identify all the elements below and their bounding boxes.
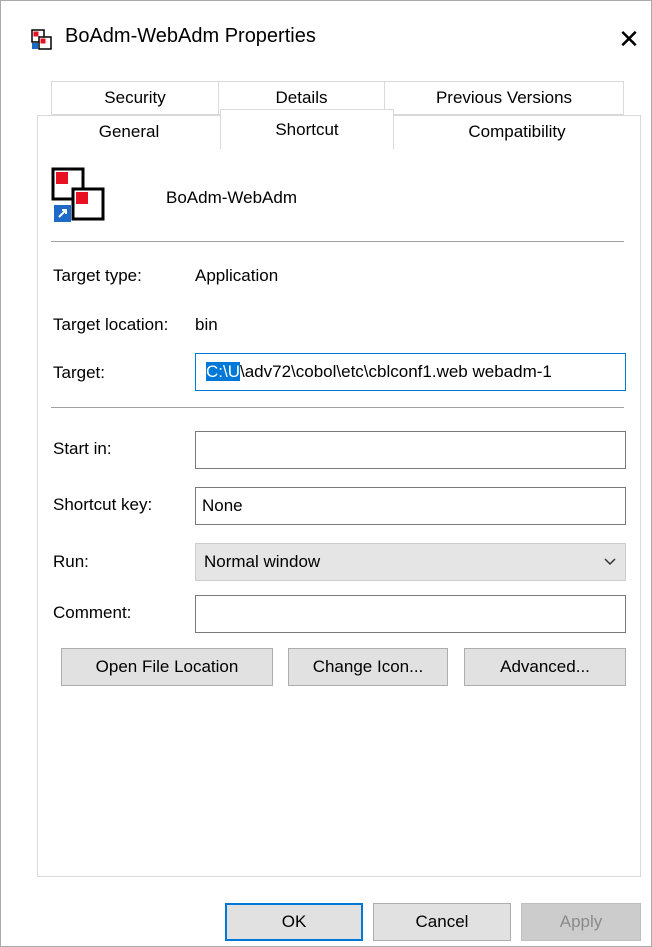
shortcut-key-label: Shortcut key:: [53, 495, 153, 514]
target-text: \adv72\cobol\etc\cblconf1.web webadm-1: [240, 362, 552, 381]
apply-button[interactable]: Apply: [521, 903, 641, 941]
comment-input[interactable]: [195, 595, 626, 633]
target-label: Target:: [53, 363, 105, 382]
ok-button[interactable]: OK: [225, 903, 363, 941]
tab-security[interactable]: Security: [51, 81, 219, 115]
run-selected-value: Normal window: [204, 552, 321, 571]
advanced-button[interactable]: Advanced...: [464, 648, 626, 686]
separator-top: [51, 241, 624, 242]
close-icon: ✕: [618, 23, 640, 54]
separator-middle: [51, 407, 624, 408]
shortcut-app-icon: [31, 29, 52, 50]
target-type-label: Target type:: [53, 266, 142, 285]
target-input[interactable]: C:\U\adv72\cobol\etc\cblconf1.web webadm…: [195, 353, 626, 391]
close-button[interactable]: ✕: [609, 19, 649, 59]
chevron-down-icon: [603, 544, 617, 593]
target-type-value: Application: [195, 266, 279, 285]
title-bar[interactable]: BoAdm-WebAdm Properties ✕: [1, 1, 651, 77]
shortcut-app-icon: [51, 167, 105, 222]
tab-previous-versions[interactable]: Previous Versions: [384, 81, 624, 115]
target-location-value: bin: [195, 315, 218, 334]
shortcut-key-input[interactable]: None: [195, 487, 626, 525]
target-location-label: Target location:: [53, 315, 169, 334]
shortcut-name: BoAdm-WebAdm: [166, 188, 298, 207]
start-in-input[interactable]: [195, 431, 626, 469]
tab-compatibility[interactable]: Compatibility: [393, 115, 641, 149]
target-selected-text: C:\U: [206, 362, 240, 381]
cancel-button[interactable]: Cancel: [373, 903, 511, 941]
comment-label: Comment:: [53, 603, 132, 622]
change-icon-button[interactable]: Change Icon...: [288, 648, 448, 686]
open-file-location-button[interactable]: Open File Location: [61, 648, 273, 686]
start-in-label: Start in:: [53, 439, 112, 458]
run-select[interactable]: Normal window: [195, 543, 626, 581]
properties-dialog: BoAdm-WebAdm Properties ✕ Security Detai…: [0, 0, 652, 947]
tab-shortcut[interactable]: Shortcut: [220, 109, 394, 149]
tab-general[interactable]: General: [37, 115, 221, 149]
window-title: BoAdm-WebAdm Properties: [65, 25, 316, 47]
run-label: Run:: [53, 552, 89, 571]
